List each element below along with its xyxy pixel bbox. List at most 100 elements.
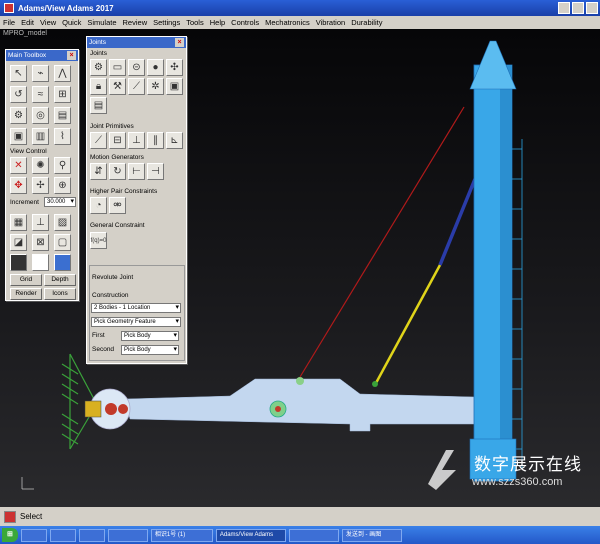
orientation-primitive-icon[interactable]: ⊥ bbox=[128, 132, 145, 149]
fixed-joint-icon[interactable]: 🔒︎ bbox=[90, 78, 107, 95]
general-motion-icon[interactable]: ⊣ bbox=[147, 163, 164, 180]
joints-palette-title: Joints bbox=[89, 39, 106, 46]
joint-tool-icon[interactable]: ↺ bbox=[10, 86, 27, 103]
menu-controls[interactable]: Controls bbox=[231, 18, 259, 27]
taskbar-item-8[interactable]: 发送到 - 画图 bbox=[341, 528, 402, 542]
grid-button[interactable]: Grid bbox=[10, 274, 42, 286]
force-tool-icon[interactable]: ⊞ bbox=[54, 86, 71, 103]
increment-field[interactable]: 30.000 bbox=[44, 197, 76, 207]
first-body-select[interactable]: Pick Body bbox=[121, 331, 179, 341]
close-button[interactable] bbox=[586, 2, 598, 14]
window-title: Adams/View Adams 2017 bbox=[18, 3, 114, 13]
taskbar-item-4[interactable] bbox=[107, 528, 148, 542]
zoom-icon[interactable]: ⚲ bbox=[54, 157, 71, 174]
revolute-joint-icon[interactable]: ⚙ bbox=[90, 59, 107, 76]
taskbar-item-1[interactable] bbox=[20, 528, 47, 542]
menu-edit[interactable]: Edit bbox=[21, 18, 34, 27]
taskbar-item-5[interactable]: 相识1号 (1) bbox=[150, 528, 213, 542]
windows-taskbar: ⊞ 相识1号 (1) Adams/View Adams 发送到 - 画图 bbox=[0, 526, 600, 544]
motion-tool-icon[interactable]: ≈ bbox=[32, 86, 49, 103]
point-motion-icon[interactable]: ⊢ bbox=[128, 163, 145, 180]
second-body-select[interactable]: Pick Body bbox=[121, 345, 179, 355]
graph-icon[interactable]: ⌇ bbox=[54, 128, 71, 145]
rotational-motion-icon[interactable]: ↻ bbox=[109, 163, 126, 180]
screw-joint-icon[interactable]: ⟋ bbox=[128, 78, 145, 95]
background-white-icon[interactable] bbox=[32, 254, 49, 271]
taskbar-item-7[interactable] bbox=[288, 528, 339, 542]
main-beam bbox=[124, 378, 476, 432]
view-iso-icon[interactable]: ◪ bbox=[10, 234, 27, 251]
view-side-icon[interactable]: ▨ bbox=[54, 214, 71, 231]
general-constraint-icon[interactable]: f(q)=0 bbox=[90, 232, 107, 249]
coupler-joint-icon[interactable]: ▣ bbox=[166, 78, 183, 95]
perpendicular-primitive-icon[interactable]: ⊾ bbox=[166, 132, 183, 149]
main-toolbox-close-icon[interactable]: × bbox=[67, 51, 76, 60]
joints-palette-close-icon[interactable]: × bbox=[175, 38, 184, 47]
watermark-logo bbox=[428, 450, 456, 490]
pick-feature-select[interactable]: Pick Geometry Feature bbox=[91, 317, 181, 327]
icons-button[interactable]: Icons bbox=[44, 288, 76, 300]
markers-icon[interactable]: ⋀ bbox=[54, 65, 71, 82]
yellow-cable bbox=[374, 264, 442, 384]
menu-file[interactable]: File bbox=[3, 18, 15, 27]
simulation-icon[interactable]: ◎ bbox=[32, 107, 49, 124]
lock-joint-icon[interactable]: ▤ bbox=[90, 97, 107, 114]
spherical-joint-icon[interactable]: ● bbox=[147, 59, 164, 76]
zoom-fit-icon[interactable]: ✕ bbox=[10, 157, 27, 174]
higher-pair-label: Higher Pair Constraints bbox=[90, 188, 158, 195]
spring-icon[interactable]: ⚙ bbox=[10, 107, 27, 124]
start-button[interactable]: ⊞ bbox=[2, 528, 18, 542]
maximize-button[interactable] bbox=[572, 2, 584, 14]
curve-curve-icon[interactable]: ◔ bbox=[90, 197, 107, 214]
menu-durability[interactable]: Durability bbox=[351, 18, 382, 27]
gear-joint-icon[interactable]: ✲ bbox=[147, 78, 164, 95]
minimize-button[interactable] bbox=[558, 2, 570, 14]
view-back-icon[interactable]: ▢ bbox=[54, 234, 71, 251]
select-arrow-icon[interactable]: ↖ bbox=[10, 65, 27, 82]
menu-mechatronics[interactable]: Mechatronics bbox=[265, 18, 310, 27]
taskbar-item-2[interactable] bbox=[49, 528, 76, 542]
hooke-joint-icon[interactable]: ⚒ bbox=[109, 78, 126, 95]
translate-icon[interactable]: ✢ bbox=[32, 177, 49, 194]
plot-icon[interactable]: ▣ bbox=[10, 128, 27, 145]
animation-icon[interactable]: ▤ bbox=[54, 107, 71, 124]
pan-icon[interactable]: ✥ bbox=[10, 177, 27, 194]
window-title-bar: Adams/View Adams 2017 bbox=[0, 0, 600, 16]
magnify-icon[interactable]: ⊕ bbox=[54, 177, 71, 194]
translational-motion-icon[interactable]: ⇵ bbox=[90, 163, 107, 180]
translational-joint-icon[interactable]: ▭ bbox=[109, 59, 126, 76]
status-bar: Select bbox=[0, 507, 600, 526]
menu-review[interactable]: Review bbox=[123, 18, 148, 27]
taskbar-item-3[interactable] bbox=[78, 528, 105, 542]
inline-primitive-icon[interactable]: ⟋ bbox=[90, 132, 107, 149]
menu-quick[interactable]: Quick bbox=[62, 18, 81, 27]
first-body-label: First bbox=[92, 332, 105, 339]
menu-view[interactable]: View bbox=[40, 18, 56, 27]
rotate-icon[interactable]: ✺ bbox=[32, 157, 49, 174]
background-blue-icon[interactable] bbox=[54, 254, 71, 271]
menu-simulate[interactable]: Simulate bbox=[87, 18, 116, 27]
view-top-icon[interactable]: ⊥ bbox=[32, 214, 49, 231]
drive-motor bbox=[84, 400, 102, 418]
rigid-body-icon[interactable]: ⌁ bbox=[32, 65, 49, 82]
measure-icon[interactable]: ▥ bbox=[32, 128, 49, 145]
background-black-icon[interactable] bbox=[10, 254, 27, 271]
taskbar-item-adams[interactable]: Adams/View Adams bbox=[215, 528, 286, 542]
view-control-label: View Control bbox=[10, 148, 47, 155]
view-right-icon[interactable]: ⊠ bbox=[32, 234, 49, 251]
point-curve-icon[interactable]: ⚮ bbox=[109, 197, 126, 214]
cylindrical-joint-icon[interactable]: ⊝ bbox=[128, 59, 145, 76]
parallel-primitive-icon[interactable]: ∥ bbox=[147, 132, 164, 149]
render-button[interactable]: Render bbox=[10, 288, 42, 300]
selected-tool-label: Revolute Joint bbox=[92, 274, 134, 281]
menu-tools[interactable]: Tools bbox=[186, 18, 204, 27]
menu-help[interactable]: Help bbox=[210, 18, 225, 27]
inplane-primitive-icon[interactable]: ⊟ bbox=[109, 132, 126, 149]
menu-vibration[interactable]: Vibration bbox=[316, 18, 345, 27]
planar-joint-icon[interactable]: ✣ bbox=[166, 59, 183, 76]
depth-button[interactable]: Depth bbox=[44, 274, 76, 286]
construction-select[interactable]: 2 Bodies - 1 Location bbox=[91, 303, 181, 313]
menu-settings[interactable]: Settings bbox=[153, 18, 180, 27]
view-front-icon[interactable]: ▦ bbox=[10, 214, 27, 231]
main-toolbox-title: Main Toolbox bbox=[8, 52, 47, 59]
